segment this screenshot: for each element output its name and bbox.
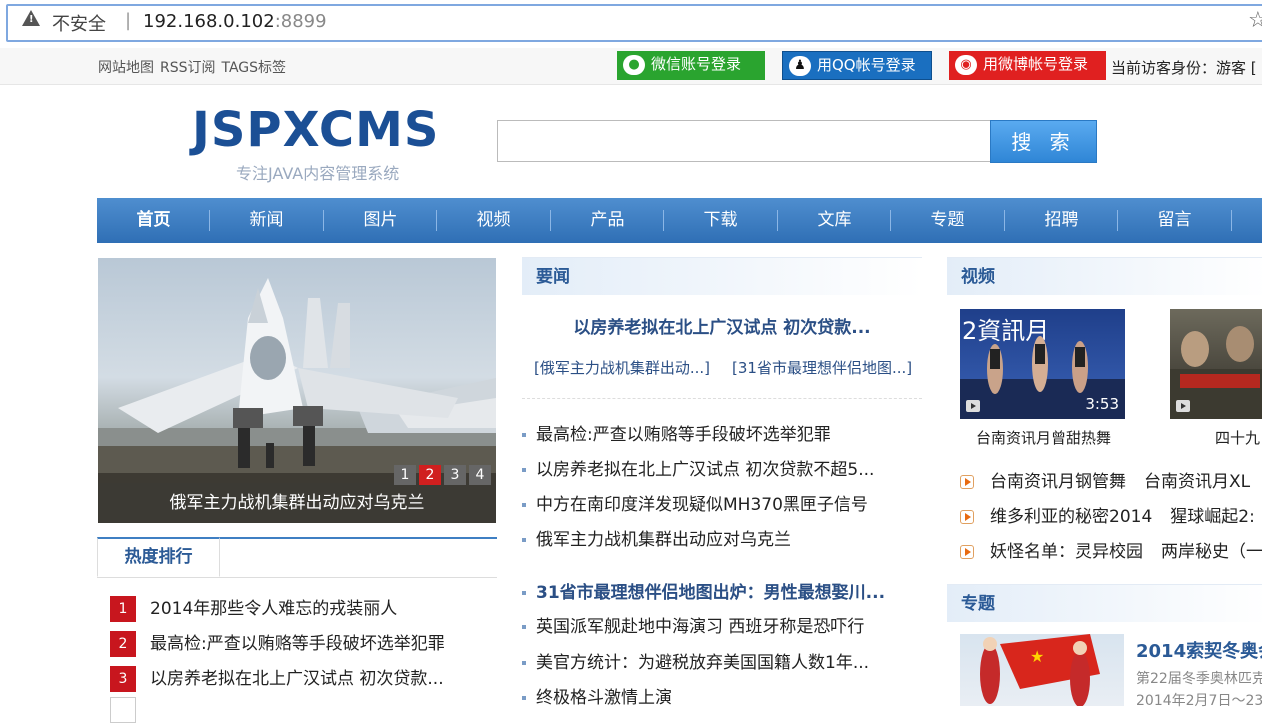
video-list-row: 台南资讯月钢管舞 台南资讯月XL bbox=[960, 467, 1262, 492]
site-tagline: 专注JAVA内容管理系统 bbox=[236, 164, 400, 183]
qq-penguin-icon: ♟ bbox=[789, 56, 811, 76]
video-title[interactable]: 台南资讯月曾甜热舞 bbox=[976, 427, 1111, 448]
video-link[interactable]: 台南资讯月XL bbox=[1144, 472, 1250, 492]
nav-item-news[interactable]: 新闻 bbox=[210, 198, 323, 243]
rank-number: 1 bbox=[110, 596, 136, 622]
news-item[interactable]: 美官方统计：为避税放弃美国国籍人数1年... bbox=[522, 648, 869, 673]
special-date: 2014年2月7日～23 bbox=[1136, 693, 1262, 709]
nav-item-guestbook[interactable]: 留言 bbox=[1118, 198, 1231, 243]
site-logo[interactable]: JSPXCMS bbox=[192, 104, 439, 156]
video-link[interactable]: 两岸秘史（一 bbox=[1161, 542, 1262, 562]
video-play-icon bbox=[960, 510, 974, 524]
rank-number bbox=[110, 697, 136, 723]
news-divider bbox=[522, 398, 922, 399]
url-separator: | bbox=[125, 10, 132, 31]
news-subheads: [俄军主力战机集群出动...] [31省市最理想伴侣地图...] bbox=[534, 357, 934, 378]
main-nav: 首页 新闻 图片 视频 产品 下载 文库 专题 招聘 留言 bbox=[97, 198, 1262, 243]
news-header: 要闻 bbox=[522, 257, 922, 295]
news-subhead-link[interactable]: [31省市最理想伴侣地图...] bbox=[732, 359, 912, 377]
slider-page-1[interactable]: 1 bbox=[394, 465, 416, 485]
video-link[interactable]: 妖怪名单：灵异校园 bbox=[990, 542, 1143, 562]
video-thumb[interactable]: 2資訊月 3:53 bbox=[960, 309, 1125, 419]
visitor-status: 当前访客身份：游客 [ bbox=[1111, 59, 1257, 77]
top-links: 网站地图 RSS订阅 TAGS标签 bbox=[98, 57, 292, 77]
news-item[interactable]: 最高检:严查以贿赂等手段破坏选举犯罪 bbox=[522, 420, 831, 445]
video-play-icon bbox=[960, 475, 974, 489]
weibo-login-button[interactable]: ◉ 用微博帐号登录 bbox=[949, 51, 1106, 80]
news-item[interactable]: 英国派军舰赴地中海演习 西班牙称是恐吓行 bbox=[522, 612, 864, 637]
news-item[interactable]: 以房养老拟在北上广汉试点 初次贷款不超5... bbox=[522, 455, 874, 480]
url-text[interactable]: 192.168.0.102:8899 bbox=[143, 11, 327, 32]
slider-page-2[interactable]: 2 bbox=[419, 465, 441, 485]
rss-link[interactable]: RSS订阅 bbox=[160, 60, 216, 76]
wechat-login-button[interactable]: ● 微信账号登录 bbox=[617, 51, 765, 80]
hot-ranking-header: 热度排行 bbox=[97, 537, 497, 578]
play-icon bbox=[966, 400, 980, 412]
nav-item-products[interactable]: 产品 bbox=[551, 198, 664, 243]
slider-page-3[interactable]: 3 bbox=[444, 465, 466, 485]
video-thumb[interactable] bbox=[1170, 309, 1262, 419]
nav-item-topics[interactable]: 专题 bbox=[891, 198, 1004, 243]
rank-title: 最高检:严查以贿赂等手段破坏选举犯罪 bbox=[150, 634, 445, 654]
wechat-icon: ● bbox=[623, 55, 645, 75]
news-headline-2[interactable]: 31省市最理想伴侣地图出炉：男性最想娶川... bbox=[522, 578, 885, 603]
sitemap-link[interactable]: 网站地图 bbox=[98, 60, 154, 76]
rank-item[interactable]: 1 2014年那些令人难忘的戎装丽人 bbox=[110, 594, 398, 622]
video-link[interactable]: 猩球崛起2: bbox=[1170, 507, 1255, 527]
bookmark-star-icon[interactable]: ☆ bbox=[1248, 8, 1262, 33]
rank-number: 2 bbox=[110, 631, 136, 657]
weibo-icon: ◉ bbox=[955, 55, 977, 75]
nav-item-jobs[interactable]: 招聘 bbox=[1005, 198, 1118, 243]
tags-link[interactable]: TAGS标签 bbox=[222, 60, 287, 76]
special-subtitle: 第22届冬季奥林匹克 bbox=[1136, 671, 1262, 687]
browser-address-bar: ! 不安全 | 192.168.0.102:8899 ☆ bbox=[0, 0, 1262, 48]
video-list-row: 妖怪名单：灵异校园 两岸秘史（一 bbox=[960, 537, 1262, 562]
qq-login-button[interactable]: ♟ 用QQ帐号登录 bbox=[782, 51, 932, 80]
hot-ranking-tab[interactable]: 热度排行 bbox=[97, 537, 220, 577]
special-header: 专题 bbox=[947, 584, 1262, 622]
search-button[interactable]: 搜 索 bbox=[990, 120, 1097, 163]
search-input[interactable] bbox=[497, 120, 991, 162]
special-image[interactable]: ★ bbox=[960, 634, 1124, 706]
wechat-login-label: 微信账号登录 bbox=[651, 55, 742, 73]
video-link[interactable]: 台南资讯月钢管舞 bbox=[990, 472, 1126, 492]
rank-number: 3 bbox=[110, 666, 136, 692]
flag-star-icon: ★ bbox=[1030, 647, 1044, 666]
special-title[interactable]: 2014索契冬奥会 bbox=[1136, 637, 1262, 663]
news-subhead-link[interactable]: [俄军主力战机集群出动...] bbox=[534, 359, 710, 377]
video-title[interactable]: 四十九 bbox=[1215, 427, 1260, 448]
video-play-icon bbox=[960, 545, 974, 559]
news-item[interactable]: 中方在南印度洋发现疑似MH370黑匣子信号 bbox=[522, 490, 868, 515]
rank-item[interactable]: 3 以房养老拟在北上广汉试点 初次贷款... bbox=[110, 664, 444, 692]
qq-login-label: 用QQ帐号登录 bbox=[817, 56, 916, 74]
top-bar: 网站地图 RSS订阅 TAGS标签 ● 微信账号登录 ♟ 用QQ帐号登录 ◉ 用微博帐号登… bbox=[0, 48, 1262, 85]
nav-item-library[interactable]: 文库 bbox=[778, 198, 891, 243]
play-icon bbox=[1176, 400, 1190, 412]
video-duration: 3:53 bbox=[1085, 395, 1119, 413]
nav-item-home[interactable]: 首页 bbox=[97, 198, 210, 243]
news-item[interactable]: 俄军主力战机集群出动应对乌克兰 bbox=[522, 525, 791, 550]
warning-mark: ! bbox=[29, 14, 34, 25]
security-label[interactable]: 不安全 bbox=[52, 10, 106, 36]
slider-caption[interactable]: 俄军主力战机集群出动应对乌克兰 bbox=[98, 483, 496, 523]
weibo-login-label: 用微博帐号登录 bbox=[983, 55, 1089, 73]
news-item[interactable]: 终极格斗激情上演 bbox=[522, 683, 672, 708]
video-list-row: 维多利亚的秘密2014 猩球崛起2: bbox=[960, 502, 1262, 527]
url-host: 192.168.0.102 bbox=[143, 11, 275, 32]
video-header: 视频 bbox=[947, 257, 1262, 295]
slider-page-4[interactable]: 4 bbox=[469, 465, 491, 485]
nav-item-download[interactable]: 下载 bbox=[664, 198, 777, 243]
nav-divider bbox=[1231, 210, 1232, 231]
rank-title: 2014年那些令人难忘的戎装丽人 bbox=[150, 599, 398, 619]
nav-item-video[interactable]: 视频 bbox=[437, 198, 550, 243]
rank-title: 以房养老拟在北上广汉试点 初次贷款... bbox=[150, 669, 444, 689]
rank-item[interactable]: 2 最高检:严查以贿赂等手段破坏选举犯罪 bbox=[110, 629, 445, 657]
video-link[interactable]: 维多利亚的秘密2014 bbox=[990, 507, 1152, 527]
olympic-photo: ★ bbox=[980, 634, 1100, 706]
url-port: :8899 bbox=[274, 11, 327, 32]
rank-item-partial[interactable] bbox=[110, 697, 150, 723]
news-headline[interactable]: 以房养老拟在北上广汉试点 初次贷款... bbox=[522, 313, 922, 338]
nav-item-photos[interactable]: 图片 bbox=[324, 198, 437, 243]
